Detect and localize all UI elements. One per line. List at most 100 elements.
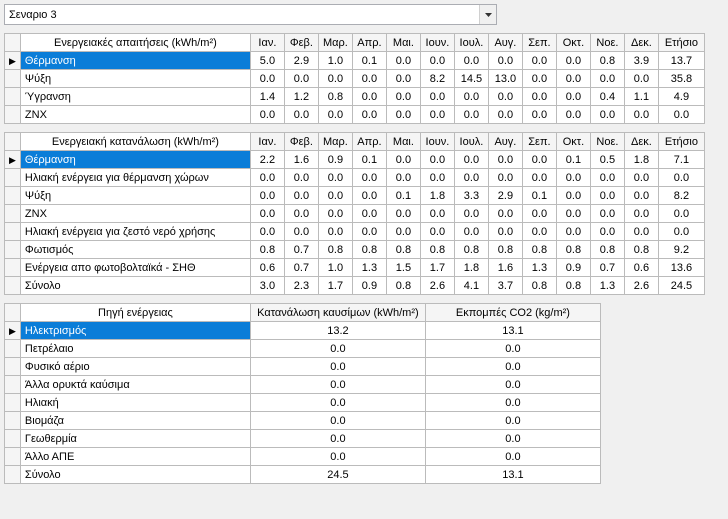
value-cell[interactable]: 0.0	[250, 358, 425, 376]
value-cell[interactable]: 0.0	[522, 151, 556, 169]
row-selector[interactable]	[5, 241, 21, 259]
value-cell[interactable]: 0.0	[318, 169, 352, 187]
value-cell[interactable]: 3.3	[454, 187, 488, 205]
value-cell[interactable]: 0.0	[386, 106, 420, 124]
value-cell[interactable]: 0.7	[284, 259, 318, 277]
row-label[interactable]: Ψύξη	[20, 70, 250, 88]
value-cell[interactable]: 0.0	[352, 169, 386, 187]
value-cell[interactable]: 0.0	[250, 376, 425, 394]
value-cell[interactable]: 0.0	[624, 169, 658, 187]
row-label[interactable]: Ηλιακή ενέργεια για ζεστό νερό χρήσης	[20, 223, 250, 241]
value-cell[interactable]: 0.0	[488, 169, 522, 187]
value-cell[interactable]: 0.0	[590, 205, 624, 223]
month-header[interactable]: Μαι.	[386, 133, 420, 151]
value-cell[interactable]: 0.0	[352, 223, 386, 241]
row-selector[interactable]	[5, 259, 21, 277]
value-cell[interactable]: 0.0	[318, 205, 352, 223]
value-cell[interactable]: 0.0	[250, 223, 284, 241]
table-row[interactable]: Ύγρανση1.41.20.80.00.00.00.00.00.00.00.4…	[5, 88, 705, 106]
row-selector[interactable]	[5, 187, 21, 205]
value-cell[interactable]: 0.0	[522, 169, 556, 187]
value-cell[interactable]: 0.0	[522, 52, 556, 70]
value-cell[interactable]: 0.8	[522, 277, 556, 295]
value-cell[interactable]: 0.0	[488, 223, 522, 241]
value-cell[interactable]: 0.0	[420, 106, 454, 124]
scenario-dropdown[interactable]: Σεναριο 3	[4, 4, 497, 25]
value-cell[interactable]: 13.1	[425, 322, 600, 340]
table-row[interactable]: Πετρέλαιο0.00.0	[5, 340, 601, 358]
row-selector[interactable]	[5, 358, 21, 376]
value-cell[interactable]: 0.8	[318, 88, 352, 106]
row-label[interactable]: Άλλο ΑΠΕ	[20, 448, 250, 466]
value-cell[interactable]: 0.0	[352, 70, 386, 88]
table-row[interactable]: Ηλιακή ενέργεια για ζεστό νερό χρήσης0.0…	[5, 223, 705, 241]
month-header[interactable]: Απρ.	[352, 34, 386, 52]
value-cell[interactable]: 0.0	[250, 70, 284, 88]
value-cell[interactable]: 0.0	[556, 223, 590, 241]
row-label[interactable]: Άλλα ορυκτά καύσιμα	[20, 376, 250, 394]
month-header[interactable]: Οκτ.	[556, 133, 590, 151]
month-header[interactable]: Νοε.	[590, 133, 624, 151]
row-selector[interactable]	[5, 88, 21, 106]
value-cell[interactable]: 24.5	[658, 277, 704, 295]
column-header[interactable]: Εκπομπές CO2 (kg/m²)	[425, 304, 600, 322]
value-cell[interactable]: 0.0	[454, 88, 488, 106]
value-cell[interactable]: 2.3	[284, 277, 318, 295]
value-cell[interactable]: 0.0	[624, 187, 658, 205]
value-cell[interactable]: 0.9	[318, 151, 352, 169]
value-cell[interactable]: 1.0	[318, 52, 352, 70]
value-cell[interactable]: 0.8	[454, 241, 488, 259]
value-cell[interactable]: 5.0	[250, 52, 284, 70]
value-cell[interactable]: 0.8	[420, 241, 454, 259]
month-header[interactable]: Μαρ.	[318, 133, 352, 151]
month-header[interactable]: Απρ.	[352, 133, 386, 151]
value-cell[interactable]: 0.1	[352, 151, 386, 169]
value-cell[interactable]: 0.0	[425, 376, 600, 394]
row-label[interactable]: Σύνολο	[20, 277, 250, 295]
value-cell[interactable]: 1.8	[420, 187, 454, 205]
row-selector[interactable]	[5, 277, 21, 295]
row-selector[interactable]: ▶	[5, 151, 21, 169]
value-cell[interactable]: 0.0	[250, 412, 425, 430]
value-cell[interactable]: 0.8	[590, 52, 624, 70]
value-cell[interactable]: 0.0	[522, 70, 556, 88]
row-selector[interactable]	[5, 70, 21, 88]
row-selector[interactable]	[5, 394, 21, 412]
value-cell[interactable]: 0.8	[556, 277, 590, 295]
month-header[interactable]: Ιουν.	[420, 34, 454, 52]
table-row[interactable]: Σύνολο24.513.1	[5, 466, 601, 484]
row-selector[interactable]	[5, 376, 21, 394]
row-selector[interactable]	[5, 205, 21, 223]
value-cell[interactable]: 0.0	[420, 169, 454, 187]
value-cell[interactable]: 0.8	[386, 241, 420, 259]
annual-header[interactable]: Ετήσιο	[658, 133, 704, 151]
value-cell[interactable]: 0.0	[250, 448, 425, 466]
value-cell[interactable]: 0.8	[386, 277, 420, 295]
value-cell[interactable]: 1.3	[522, 259, 556, 277]
table-row[interactable]: ΖΝΧ0.00.00.00.00.00.00.00.00.00.00.00.00…	[5, 106, 705, 124]
table-row[interactable]: Άλλα ορυκτά καύσιμα0.00.0	[5, 376, 601, 394]
value-cell[interactable]: 0.9	[352, 277, 386, 295]
value-cell[interactable]: 2.6	[420, 277, 454, 295]
value-cell[interactable]: 0.0	[425, 340, 600, 358]
value-cell[interactable]: 0.0	[420, 205, 454, 223]
month-header[interactable]: Ιουλ.	[454, 133, 488, 151]
table-row[interactable]: ▶Ηλεκτρισμός13.213.1	[5, 322, 601, 340]
value-cell[interactable]: 0.0	[454, 106, 488, 124]
value-cell[interactable]: 0.0	[624, 106, 658, 124]
table-row[interactable]: Ψύξη0.00.00.00.00.08.214.513.00.00.00.00…	[5, 70, 705, 88]
value-cell[interactable]: 2.2	[250, 151, 284, 169]
month-header[interactable]: Μαρ.	[318, 34, 352, 52]
row-label[interactable]: ΖΝΧ	[20, 106, 250, 124]
value-cell[interactable]: 13.6	[658, 259, 704, 277]
value-cell[interactable]: 0.8	[352, 241, 386, 259]
value-cell[interactable]: 0.8	[590, 241, 624, 259]
value-cell[interactable]: 0.7	[284, 241, 318, 259]
value-cell[interactable]: 0.0	[318, 223, 352, 241]
table-row[interactable]: Άλλο ΑΠΕ0.00.0	[5, 448, 601, 466]
table-row[interactable]: ▶Θέρμανση5.02.91.00.10.00.00.00.00.00.00…	[5, 52, 705, 70]
value-cell[interactable]: 0.0	[250, 205, 284, 223]
value-cell[interactable]: 0.6	[250, 259, 284, 277]
value-cell[interactable]: 0.0	[386, 205, 420, 223]
row-label[interactable]: Ψύξη	[20, 187, 250, 205]
